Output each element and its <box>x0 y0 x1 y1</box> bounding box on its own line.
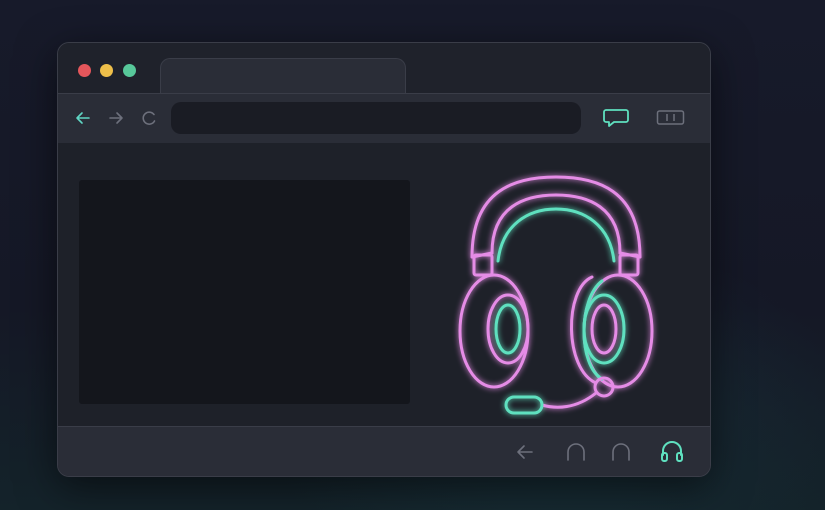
chat-bubble-icon <box>603 109 629 127</box>
bottom-toolbar <box>58 426 710 476</box>
arrow-left-icon <box>76 112 90 124</box>
sidebar-toggle-icon <box>656 110 685 125</box>
browser-tab[interactable] <box>160 58 406 95</box>
headset-icon <box>661 441 683 462</box>
chat-button[interactable] <box>602 106 630 134</box>
bottom-back-button[interactable] <box>512 439 538 465</box>
headphones-outline-icon <box>612 443 630 461</box>
back-button[interactable] <box>72 107 94 129</box>
minimize-window-button[interactable] <box>100 64 113 77</box>
headset-icon <box>458 175 654 415</box>
arrow-left-icon <box>517 445 533 459</box>
title-bar <box>58 43 710 95</box>
close-window-button[interactable] <box>78 64 91 77</box>
headphones-outline-icon <box>567 443 585 461</box>
arrow-right-icon <box>109 112 123 124</box>
bottom-headphones-button-2[interactable] <box>608 439 634 465</box>
sidebar-toggle-button[interactable] <box>656 109 686 131</box>
page-content <box>58 143 710 426</box>
forward-button[interactable] <box>105 107 127 129</box>
browser-window <box>57 42 711 477</box>
content-placeholder-panel <box>79 180 410 404</box>
reload-icon <box>142 111 156 125</box>
bottom-headphones-button-1[interactable] <box>563 439 589 465</box>
maximize-window-button[interactable] <box>123 64 136 77</box>
bottom-headset-button[interactable] <box>659 439 685 465</box>
address-bar[interactable] <box>171 102 581 134</box>
browser-toolbar <box>58 93 710 144</box>
reload-button[interactable] <box>138 107 160 129</box>
